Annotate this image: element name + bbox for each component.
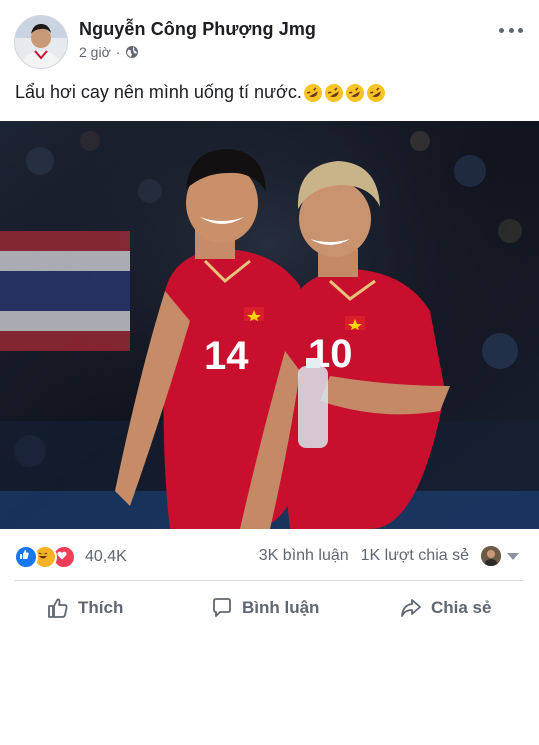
author-name[interactable]: Nguyễn Công Phượng Jmg	[79, 19, 316, 40]
comment-count[interactable]: 3K bình luận	[259, 547, 349, 565]
more-options-icon[interactable]	[499, 22, 523, 38]
post-meta: 2 giờ ·	[79, 44, 139, 60]
like-icon	[48, 598, 68, 618]
like-label: Thích	[78, 598, 124, 617]
comment-icon	[213, 598, 231, 617]
feed-background	[0, 640, 539, 745]
meta-separator: ·	[115, 44, 121, 60]
share-label: Chia sẻ	[431, 598, 492, 617]
engagement-stats: 3K bình luận 1K lượt chia sẻ	[259, 546, 519, 566]
post-caption: Lẩu hơi cay nên mình uống tí nước.	[15, 82, 386, 103]
post-header: Nguyễn Công Phượng Jmg 2 giờ ·	[0, 0, 539, 70]
share-count[interactable]: 1K lượt chia sẻ	[361, 547, 469, 565]
rofl-emoji-icon	[303, 83, 322, 102]
comment-label: Bình luận	[242, 598, 320, 617]
post-time[interactable]: 2 giờ	[79, 44, 111, 60]
share-button[interactable]: Chia sẻ	[399, 590, 491, 626]
post-photo[interactable]: 14 10	[0, 121, 539, 529]
reaction-count[interactable]: 40,4K	[85, 548, 127, 566]
chevron-down-icon[interactable]	[507, 552, 519, 560]
like-reaction-icon	[14, 545, 38, 569]
like-button[interactable]: Thích	[46, 590, 123, 626]
viewer-avatar[interactable]	[481, 546, 501, 566]
left-jersey-number: 14	[204, 334, 249, 378]
post-stats: 40,4K 3K bình luận 1K lượt chia sẻ	[0, 540, 539, 572]
author-avatar[interactable]	[14, 15, 68, 69]
stats-divider	[14, 580, 523, 581]
globe-icon[interactable]	[125, 45, 139, 59]
comment-button[interactable]: Bình luận	[210, 590, 319, 626]
share-icon	[401, 599, 421, 617]
rofl-emoji-icon	[324, 83, 343, 102]
rofl-emoji-icon	[345, 83, 364, 102]
reaction-summary[interactable]: 40,4K	[14, 545, 127, 569]
caption-text: Lẩu hơi cay nên mình uống tí nước.	[15, 82, 302, 102]
rofl-emoji-icon	[366, 83, 385, 102]
post-actions: Thích Bình luận Chia sẻ	[0, 590, 539, 630]
caption-emojis	[303, 83, 386, 103]
